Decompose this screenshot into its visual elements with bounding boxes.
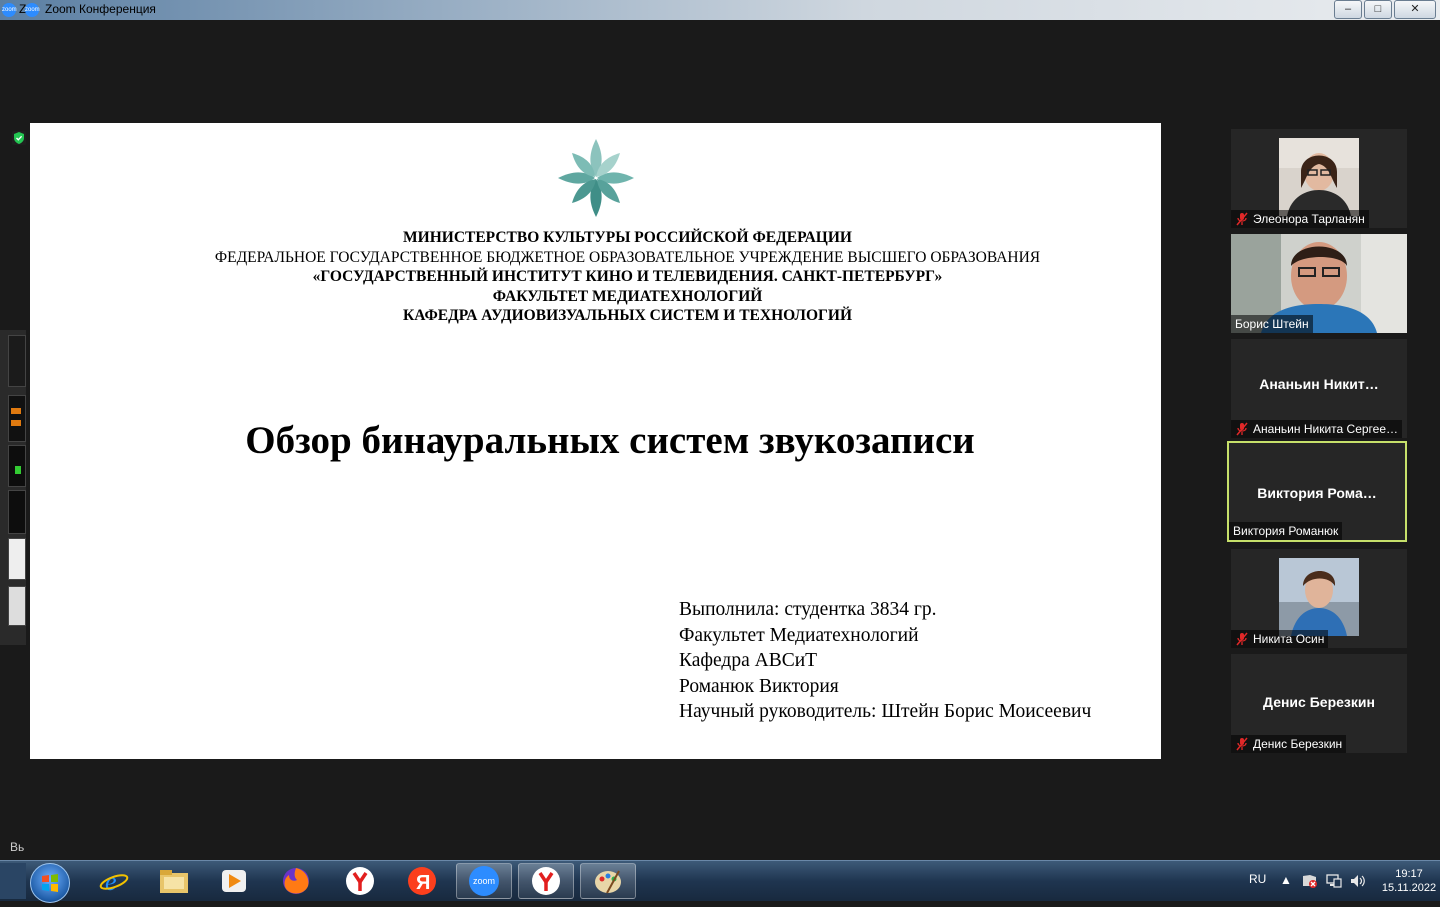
window-title: Zoom Конференция <box>45 2 156 16</box>
participant-name-tag: Элеонора Тарланян <box>1231 210 1369 228</box>
participant-tile[interactable]: Ананьин Никит… Ананьин Никита Сергее… <box>1231 339 1407 438</box>
participant-name: Денис Березкин <box>1253 737 1343 751</box>
participant-name-tag: Денис Березкин <box>1231 735 1347 753</box>
thumbnail[interactable] <box>8 490 26 534</box>
header-line-institute: «ГОСУДАРСТВЕННЫЙ ИНСТИТУТ КИНО И ТЕЛЕВИД… <box>312 268 943 286</box>
close-button[interactable]: ✕ <box>1394 0 1436 19</box>
participant-name-tag: Борис Штейн <box>1231 315 1313 333</box>
slide-header: МИНИСТЕРСТВО КУЛЬТУРЫ РОССИЙСКОЙ ФЕДЕРАЦ… <box>30 228 1225 326</box>
taskbar-edge <box>0 863 26 899</box>
action-center-icon[interactable] <box>1302 874 1318 888</box>
thumbnail[interactable] <box>8 586 26 626</box>
participant-video <box>1279 558 1359 636</box>
tray-arrow-icon[interactable]: ▲ <box>1280 873 1292 887</box>
thumbnail[interactable] <box>8 538 26 580</box>
zoom-icon[interactable]: zoom <box>456 863 512 899</box>
thumbnail[interactable] <box>8 335 26 387</box>
minimize-button[interactable]: – <box>1334 0 1362 19</box>
participant-name-tag: Виктория Романюк <box>1229 522 1343 540</box>
info-line: Выполнила: студентка 3834 гр. <box>679 599 937 620</box>
shared-slide: МИНИСТЕРСТВО КУЛЬТУРЫ РОССИЙСКОЙ ФЕДЕРАЦ… <box>30 123 1161 759</box>
mic-muted-icon <box>1236 422 1248 436</box>
participant-tile-active-speaker[interactable]: Виктория Рома… Виктория Романюк <box>1227 441 1407 542</box>
participant-video <box>1279 138 1359 216</box>
participant-tile[interactable]: Элеонора Тарланян <box>1231 129 1407 228</box>
header-line-ministry: МИНИСТЕРСТВО КУЛЬТУРЫ РОССИЙСКОЙ ФЕДЕРАЦ… <box>403 229 852 246</box>
zoom-taskbar-label: zoom <box>472 876 495 886</box>
thumbnail[interactable] <box>8 395 26 442</box>
info-line: Факультет Медиатехнологий <box>679 624 919 646</box>
media-player-icon[interactable] <box>206 863 262 899</box>
participant-name-tag: Ананьин Никита Сергее… <box>1231 420 1403 438</box>
windows-taskbar: e Я zoom RU ▲ 19:17 15.11.2022 <box>0 860 1440 903</box>
thumbnail[interactable] <box>8 445 26 487</box>
svg-text:Я: Я <box>416 872 430 894</box>
windows-logo-icon <box>42 874 58 892</box>
participant-tile[interactable]: Борис Штейн <box>1231 234 1407 333</box>
participant-tile[interactable]: Никита Осин <box>1231 549 1407 648</box>
window-titlebar: zoom Z zoom Zoom Конференция – □ ✕ <box>0 0 1440 20</box>
mic-muted-icon <box>1236 212 1248 226</box>
slide-title: Обзор бинауральных систем звукозаписи <box>245 419 975 462</box>
zoom-window-icon: zoom <box>25 3 40 17</box>
participant-display-name: Ананьин Никит… <box>1259 376 1379 392</box>
info-line: Романюк Виктория <box>679 675 839 697</box>
mic-muted-icon <box>1236 737 1248 751</box>
yandex-icon[interactable]: Я <box>394 863 450 899</box>
participant-name: Никита Осин <box>1253 632 1325 646</box>
participant-name: Борис Штейн <box>1235 317 1309 331</box>
bottom-left-text: Вь <box>10 840 25 854</box>
security-shield-icon[interactable] <box>12 131 26 145</box>
mic-muted-icon <box>1236 632 1248 646</box>
header-line-fgbou: ФЕДЕРАЛЬНОЕ ГОСУДАРСТВЕННОЕ БЮДЖЕТНОЕ ОБ… <box>214 248 1041 266</box>
network-icon[interactable] <box>1326 874 1342 888</box>
participant-display-name: Денис Березкин <box>1263 694 1375 710</box>
thumbnail-strip <box>0 330 26 645</box>
volume-icon[interactable] <box>1350 874 1366 888</box>
header-line-faculty: ФАКУЛЬТЕТ МЕДИАТЕХНОЛОГИЙ <box>492 287 763 305</box>
svg-text:e: e <box>105 867 117 896</box>
yandex-browser-icon[interactable] <box>332 863 388 899</box>
slide-author-info: Выполнила: студентка 3834 гр. Факультет … <box>679 597 1091 725</box>
participant-name: Ананьин Никита Сергее… <box>1253 422 1399 436</box>
info-line: Научный руководитель: Штейн Борис Моисее… <box>679 701 1092 722</box>
firefox-icon[interactable] <box>268 863 324 899</box>
participant-tile[interactable]: Денис Березкин Денис Березкин <box>1231 654 1407 753</box>
explorer-icon[interactable] <box>146 863 202 899</box>
system-clock[interactable]: 19:17 15.11.2022 <box>1378 867 1440 895</box>
info-line: Кафедра АВСиТ <box>679 650 818 671</box>
paint-icon[interactable] <box>580 863 636 899</box>
participant-name-tag: Никита Осин <box>1231 630 1329 648</box>
clock-time: 19:17 <box>1395 868 1423 880</box>
participant-display-name: Виктория Рома… <box>1257 485 1377 501</box>
window-controls: – □ ✕ <box>1334 0 1436 19</box>
zoom-app-icon: zoom <box>2 3 17 17</box>
ie-icon[interactable]: e <box>86 863 142 899</box>
participant-name: Виктория Романюк <box>1233 524 1339 538</box>
maximize-button[interactable]: □ <box>1364 0 1392 19</box>
participant-name: Элеонора Тарланян <box>1253 212 1365 226</box>
yandex-browser-icon-2[interactable] <box>518 863 574 899</box>
header-line-department: КАФЕДРА АУДИОВИЗУАЛЬНЫХ СИСТЕМ И ТЕХНОЛО… <box>402 307 853 325</box>
start-button[interactable] <box>30 863 70 903</box>
language-indicator[interactable]: RU <box>1249 872 1266 886</box>
institute-logo <box>558 139 634 217</box>
clock-date: 15.11.2022 <box>1381 882 1437 894</box>
